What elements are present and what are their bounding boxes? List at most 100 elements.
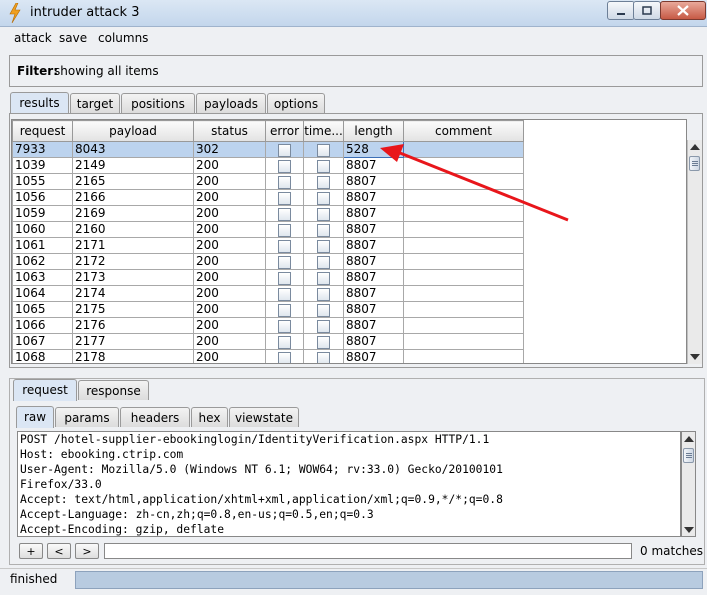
timeout-checkbox[interactable] [317, 335, 330, 349]
tab-positions[interactable]: positions [121, 93, 195, 113]
column-header-status[interactable]: status [193, 120, 266, 142]
error-checkbox[interactable] [278, 255, 291, 269]
error-checkbox[interactable] [278, 191, 291, 205]
timeout-checkbox[interactable] [317, 191, 330, 205]
column-header-request[interactable]: request [12, 120, 73, 142]
scroll-down-icon[interactable] [690, 354, 700, 360]
error-checkbox[interactable] [278, 303, 291, 317]
error-checkbox[interactable] [278, 271, 291, 285]
scroll-thumb[interactable] [689, 156, 700, 171]
request-line: Host: ebooking.ctrip.com [20, 448, 184, 461]
results-table: request payload status error time... len… [11, 119, 687, 364]
error-checkbox[interactable] [278, 175, 291, 189]
table-row[interactable]: 1063 2173 200 8807 [12, 269, 524, 286]
tab-target[interactable]: target [70, 93, 120, 113]
table-row[interactable]: 1068 2178 200 8807 [12, 349, 524, 363]
timeout-checkbox[interactable] [317, 239, 330, 253]
filter-bar[interactable]: Filter: showing all items [9, 55, 703, 87]
tab-headers[interactable]: headers [120, 407, 190, 427]
timeout-checkbox[interactable] [317, 287, 330, 301]
tab-options[interactable]: options [267, 93, 325, 113]
error-checkbox[interactable] [278, 351, 291, 363]
raw-request-text[interactable]: POST /hotel-supplier-ebookinglogin/Ident… [17, 431, 681, 537]
tab-params[interactable]: params [55, 407, 119, 427]
tab-request[interactable]: request [13, 379, 77, 401]
column-header-error[interactable]: error [265, 120, 304, 142]
cell-timeout [303, 141, 344, 158]
cell-request: 1062 [12, 253, 73, 270]
cell-payload: 2177 [72, 333, 194, 350]
status-text: finished [10, 572, 58, 586]
tab-payloads[interactable]: payloads [196, 93, 266, 113]
cell-request: 1060 [12, 221, 73, 238]
request-line: Accept: text/html,application/xhtml+xml,… [20, 493, 503, 506]
error-checkbox[interactable] [278, 159, 291, 173]
search-next-button[interactable]: > [75, 543, 99, 559]
status-bar: finished [0, 568, 707, 595]
timeout-checkbox[interactable] [317, 223, 330, 237]
table-row[interactable]: 1065 2175 200 8807 [12, 301, 524, 318]
scroll-up-icon[interactable] [684, 436, 694, 442]
cell-payload: 2175 [72, 301, 194, 318]
minimize-button[interactable] [607, 1, 635, 20]
cell-status: 200 [193, 157, 266, 174]
table-row[interactable]: 1067 2177 200 8807 [12, 333, 524, 350]
cell-status: 200 [193, 189, 266, 206]
error-checkbox[interactable] [278, 207, 291, 221]
request-scrollbar[interactable] [681, 431, 696, 537]
timeout-checkbox[interactable] [317, 159, 330, 173]
cell-error [265, 253, 304, 270]
error-checkbox[interactable] [278, 335, 291, 349]
scroll-thumb[interactable] [683, 448, 694, 463]
timeout-checkbox[interactable] [317, 319, 330, 333]
tab-response[interactable]: response [78, 380, 149, 400]
scroll-down-icon[interactable] [684, 527, 694, 533]
cell-timeout [303, 349, 344, 363]
cell-payload: 2171 [72, 237, 194, 254]
tab-raw[interactable]: raw [16, 406, 54, 428]
table-row[interactable]: 1061 2171 200 8807 [12, 237, 524, 254]
search-prev-button[interactable]: < [47, 543, 71, 559]
cell-comment [403, 269, 524, 286]
error-checkbox[interactable] [278, 287, 291, 301]
error-checkbox[interactable] [278, 239, 291, 253]
filter-text: showing all items [54, 64, 159, 78]
timeout-checkbox[interactable] [317, 303, 330, 317]
timeout-checkbox[interactable] [317, 207, 330, 221]
error-checkbox[interactable] [278, 223, 291, 237]
timeout-checkbox[interactable] [317, 175, 330, 189]
timeout-checkbox[interactable] [317, 255, 330, 269]
error-checkbox[interactable] [278, 319, 291, 333]
menu-save[interactable]: save [59, 31, 87, 45]
tab-viewstate[interactable]: viewstate [229, 407, 299, 427]
search-input[interactable] [104, 543, 632, 559]
search-add-button[interactable]: + [19, 543, 43, 559]
error-checkbox[interactable] [278, 143, 291, 157]
column-header-length[interactable]: length [343, 120, 404, 142]
maximize-button[interactable] [633, 1, 661, 20]
timeout-checkbox[interactable] [317, 271, 330, 285]
title-bar: intruder attack 3 [0, 0, 707, 27]
tab-hex[interactable]: hex [191, 407, 228, 427]
cell-status: 200 [193, 333, 266, 350]
table-row[interactable]: 1066 2176 200 8807 [12, 317, 524, 334]
scroll-up-icon[interactable] [690, 144, 700, 150]
close-button[interactable] [660, 1, 706, 20]
timeout-checkbox[interactable] [317, 143, 330, 157]
cell-timeout [303, 253, 344, 270]
timeout-checkbox[interactable] [317, 351, 330, 363]
menu-attack[interactable]: attack [14, 31, 52, 45]
cell-status: 200 [193, 285, 266, 302]
tab-results[interactable]: results [10, 92, 69, 114]
menu-columns[interactable]: columns [98, 31, 148, 45]
table-row[interactable]: 1064 2174 200 8807 [12, 285, 524, 302]
cell-timeout [303, 173, 344, 190]
column-header-payload[interactable]: payload [72, 120, 194, 142]
cell-length: 8807 [343, 285, 404, 302]
cell-error [265, 221, 304, 238]
column-header-comment[interactable]: comment [403, 120, 524, 142]
results-scrollbar[interactable] [687, 140, 702, 364]
column-header-timeout[interactable]: time... [303, 120, 344, 142]
table-row[interactable]: 1062 2172 200 8807 [12, 253, 524, 270]
cell-payload: 8043 [72, 141, 194, 158]
